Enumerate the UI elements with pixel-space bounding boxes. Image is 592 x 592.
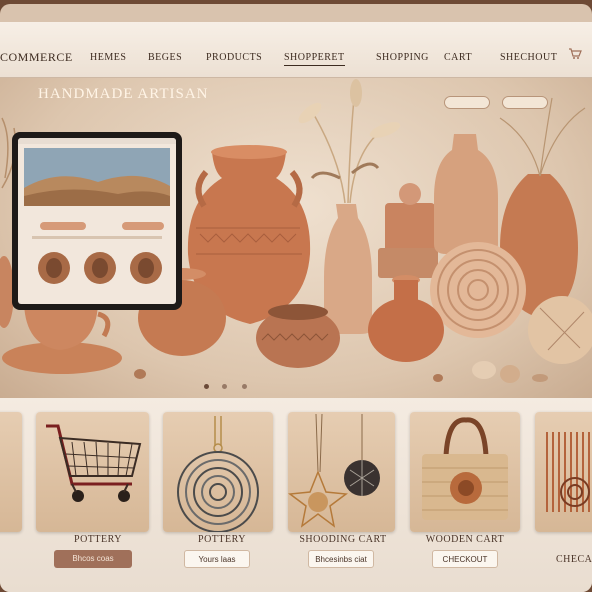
checkout-button[interactable]: CHECKOUT xyxy=(432,550,498,568)
weaving-loom-icon xyxy=(546,432,590,512)
product-grid: POTTERY Bhcos coas POTTERY Yours laas SH… xyxy=(0,398,592,592)
woven-basket-icon xyxy=(422,417,508,520)
nav-item-cart[interactable]: CART xyxy=(444,52,472,63)
product-button-2[interactable]: Yours laas xyxy=(184,550,250,568)
tablet-screen-illustration xyxy=(18,138,176,284)
pedestal xyxy=(378,248,438,278)
tall-vase xyxy=(324,204,372,334)
brand-logo[interactable]: COMMERCE xyxy=(0,50,73,65)
carousel-dot-2[interactable] xyxy=(222,384,227,389)
spiral-pendant-icon xyxy=(177,416,259,533)
product-card-partial-left[interactable] xyxy=(0,412,22,532)
product-label-1: POTTERY xyxy=(74,534,122,545)
nav-item-beges[interactable]: BEGES xyxy=(148,52,182,63)
lidded-jar xyxy=(385,183,435,253)
product-label-4: WOODEN CART xyxy=(425,534,505,545)
tall-jug xyxy=(434,134,498,254)
carousel-dot-1[interactable] xyxy=(204,384,209,389)
product-button-1[interactable]: Bhcos coas xyxy=(54,550,132,568)
nav-item-shopperet[interactable]: SHOPPERET xyxy=(284,52,345,66)
product-card-basket[interactable] xyxy=(410,412,520,532)
nav-item-shopping[interactable]: SHOPPING xyxy=(376,52,429,63)
nav-item-homes[interactable]: HEMES xyxy=(90,52,126,63)
hero-pill-button-1[interactable] xyxy=(444,96,490,109)
nav-item-products[interactable]: PRODUCTS xyxy=(206,52,262,63)
cart-icon[interactable] xyxy=(568,46,582,60)
product-label-2: POTTERY xyxy=(198,534,246,545)
product-card-spiral-pendant[interactable] xyxy=(163,412,273,533)
top-nav: COMMERCE HEMES BEGES PRODUCTS SHOPPERET … xyxy=(0,22,592,78)
dried-flowers-right xyxy=(499,97,586,177)
shopping-cart-icon xyxy=(46,424,142,502)
carousel-dot-3[interactable] xyxy=(242,384,247,389)
star-pendant-icon xyxy=(288,413,380,528)
spiral-plate xyxy=(430,242,526,338)
product-card-weaving[interactable] xyxy=(535,412,592,532)
hero-title: HANDMADE ARTISAN xyxy=(38,86,209,102)
product-card-star-pendant[interactable] xyxy=(288,412,395,532)
dried-flowers-center xyxy=(298,79,401,204)
nav-item-checkout[interactable]: SHECHOUT xyxy=(500,52,557,63)
hero-pill-button-2[interactable] xyxy=(502,96,548,109)
app-window: COMMERCE HEMES BEGES PRODUCTS SHOPPERET … xyxy=(0,4,592,592)
tablet-mockup xyxy=(12,132,182,310)
product-card-cart[interactable] xyxy=(36,412,149,532)
product-button-3[interactable]: Bhcesinbs ciat xyxy=(308,550,374,568)
product-button-5[interactable]: CHECA xyxy=(556,554,592,565)
product-label-3: SHOODING CART xyxy=(299,534,387,545)
tablet-screen xyxy=(18,138,176,304)
